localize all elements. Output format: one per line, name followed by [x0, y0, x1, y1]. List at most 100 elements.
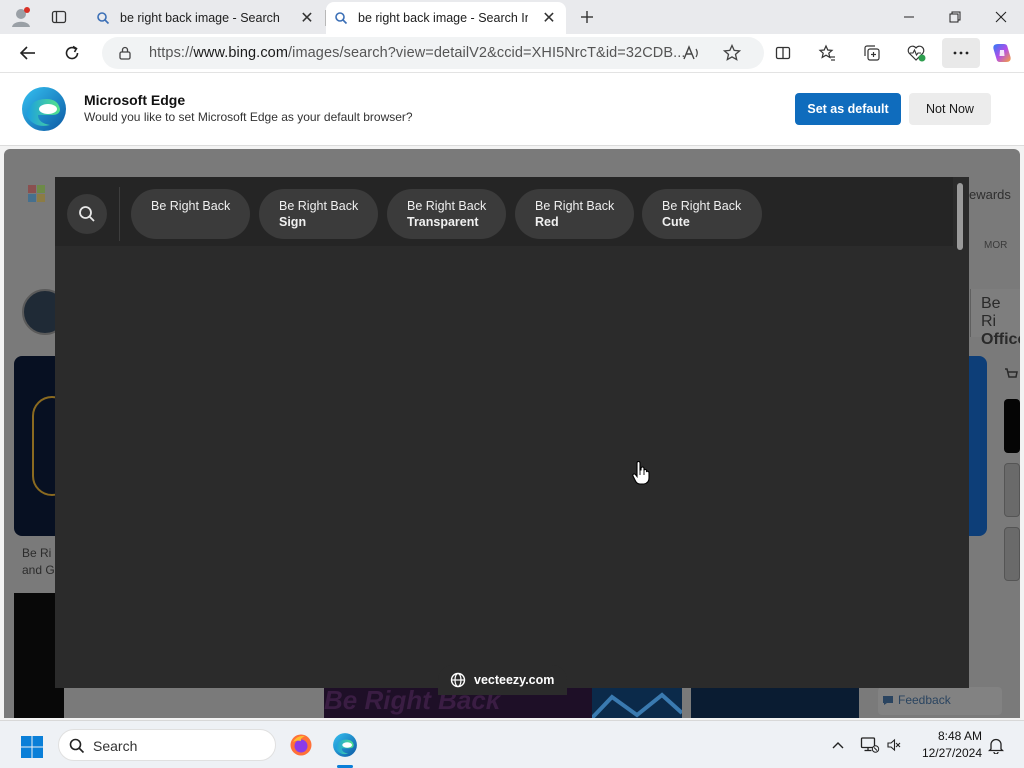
close-tab-icon[interactable]: ✕: [298, 8, 316, 28]
bell-icon: [988, 738, 1004, 754]
left-caption[interactable]: Be Ri and G: [22, 545, 55, 579]
divider: [119, 187, 120, 241]
heart-pulse-icon: [907, 45, 926, 62]
viewer-scrollbar[interactable]: [957, 183, 963, 250]
clock-date[interactable]: 12/27/2024: [910, 746, 982, 760]
right-card-line: Office: [981, 331, 1020, 348]
url-path: /images/search?view=detailV2&ccid=XHI5Nr…: [288, 45, 686, 61]
more-icon: [953, 51, 969, 55]
right-thumb[interactable]: [1004, 463, 1020, 517]
copilot-icon: [993, 44, 1011, 62]
tab-search[interactable]: be right back image - Search ✕: [88, 2, 326, 34]
network-status-button[interactable]: [858, 733, 882, 757]
result-image-bottom[interactable]: [590, 687, 684, 718]
search-icon: [69, 738, 85, 754]
caption-line: Be Ri: [22, 546, 52, 560]
close-tab-icon[interactable]: ✕: [540, 8, 558, 28]
rewards-label[interactable]: ewards: [969, 187, 1011, 202]
star-icon: [723, 44, 741, 61]
tab-title: be right back image - Search: [120, 11, 280, 25]
chip-label: Be Right Back: [151, 199, 231, 213]
globe-icon: [450, 672, 466, 688]
refresh-icon: [65, 45, 79, 60]
related-search-chip[interactable]: Be Right Back Cute: [642, 189, 762, 239]
clock-time[interactable]: 8:48 AM: [922, 729, 982, 743]
related-search-chip[interactable]: Be Right Back: [131, 189, 250, 239]
refresh-button[interactable]: [56, 38, 88, 68]
close-window-button[interactable]: [978, 2, 1024, 32]
chip-label: Be Right Back: [662, 199, 742, 213]
infobar-title: Microsoft Edge: [84, 92, 186, 108]
source-domain: vecteezy.com: [474, 673, 555, 687]
url-text[interactable]: https://www.bing.com/images/search?view=…: [149, 45, 686, 61]
infobar-message: Would you like to set Microsoft Edge as …: [84, 110, 413, 124]
profile-button[interactable]: [6, 3, 36, 31]
favorites-icon: [818, 44, 835, 61]
microsoft-logo-icon: [28, 185, 36, 193]
minimize-icon: [904, 16, 914, 18]
read-aloud-button[interactable]: [676, 38, 708, 68]
right-card[interactable]: Be Ri Office: [970, 289, 1020, 348]
copilot-button[interactable]: [986, 38, 1018, 68]
tab-actions-icon: [51, 10, 67, 24]
chip-label-bold: Cute: [662, 215, 690, 229]
microsoft-logo-icon: [37, 185, 45, 193]
caption-line: and G: [22, 563, 55, 577]
related-search-chip[interactable]: Be Right Back Transparent: [387, 189, 506, 239]
monitor-icon: [860, 737, 880, 753]
browser-essentials-button[interactable]: [900, 38, 932, 68]
settings-and-more-button[interactable]: [942, 38, 980, 68]
firefox-icon: [290, 734, 312, 756]
related-search-chip[interactable]: Be Right Back Sign: [259, 189, 378, 239]
read-aloud-icon: [683, 45, 698, 60]
chevron-up-icon: [832, 742, 844, 749]
right-thumb[interactable]: [1004, 399, 1020, 453]
firefox-taskbar-button[interactable]: [288, 733, 314, 757]
image-source-link[interactable]: vecteezy.com: [438, 665, 567, 695]
result-image-bottom[interactable]: [691, 687, 859, 718]
lock-icon[interactable]: [118, 46, 132, 60]
address-bar[interactable]: https://www.bing.com/images/search?view=…: [102, 37, 764, 69]
search-favicon-icon: [97, 12, 110, 25]
edge-icon: [333, 733, 357, 757]
tab-actions-button[interactable]: [44, 3, 74, 31]
chip-label-bold: Red: [535, 215, 559, 229]
restore-button[interactable]: [932, 2, 978, 32]
set-as-default-button[interactable]: Set as default: [795, 93, 901, 125]
tab-search-images[interactable]: be right back image - Search Images ✕: [326, 2, 566, 34]
feedback-label: Feedback: [898, 693, 951, 707]
add-favorite-button[interactable]: [716, 38, 748, 68]
result-image-right[interactable]: [969, 356, 987, 536]
url-scheme: https://: [149, 45, 194, 61]
taskbar-search-box[interactable]: Search: [58, 729, 276, 761]
back-button[interactable]: [12, 38, 44, 68]
right-card-line: Be Ri: [981, 295, 1001, 330]
new-tab-button[interactable]: [572, 3, 602, 31]
tab-strip: be right back image - Search ✕ be right …: [0, 0, 1024, 34]
restore-icon: [949, 11, 961, 23]
browser-toolbar: https://www.bing.com/images/search?view=…: [0, 34, 1024, 72]
cart-icon[interactable]: [1004, 367, 1018, 381]
favorites-button[interactable]: [811, 38, 843, 68]
related-searches-bar: Be Right Back Be Right Back Sign Be Righ…: [55, 177, 953, 246]
windows-taskbar: Search 8:48 AM 12/27/2024: [0, 720, 1024, 768]
edge-taskbar-button[interactable]: [330, 733, 360, 757]
image-loading-area[interactable]: [55, 246, 953, 688]
search-favicon-icon: [335, 12, 348, 25]
image-detail-viewer: Be Right Back Be Right Back Sign Be Righ…: [55, 177, 969, 688]
visual-search-button[interactable]: [67, 194, 107, 234]
not-now-button[interactable]: Not Now: [909, 93, 991, 125]
more-label[interactable]: MOR: [984, 240, 1007, 251]
windows-start-icon[interactable]: [20, 735, 44, 759]
show-hidden-icons-button[interactable]: [828, 733, 848, 757]
collections-icon: [864, 45, 880, 61]
notifications-button[interactable]: [986, 733, 1006, 757]
related-search-chip[interactable]: Be Right Back Red: [515, 189, 634, 239]
feedback-button[interactable]: Feedback: [878, 687, 1002, 715]
minimize-button[interactable]: [886, 2, 932, 32]
right-thumb[interactable]: [1004, 527, 1020, 581]
volume-button[interactable]: [885, 733, 903, 757]
split-screen-button[interactable]: [767, 38, 799, 68]
chip-label: Be Right Back: [279, 199, 359, 213]
collections-button[interactable]: [856, 38, 888, 68]
